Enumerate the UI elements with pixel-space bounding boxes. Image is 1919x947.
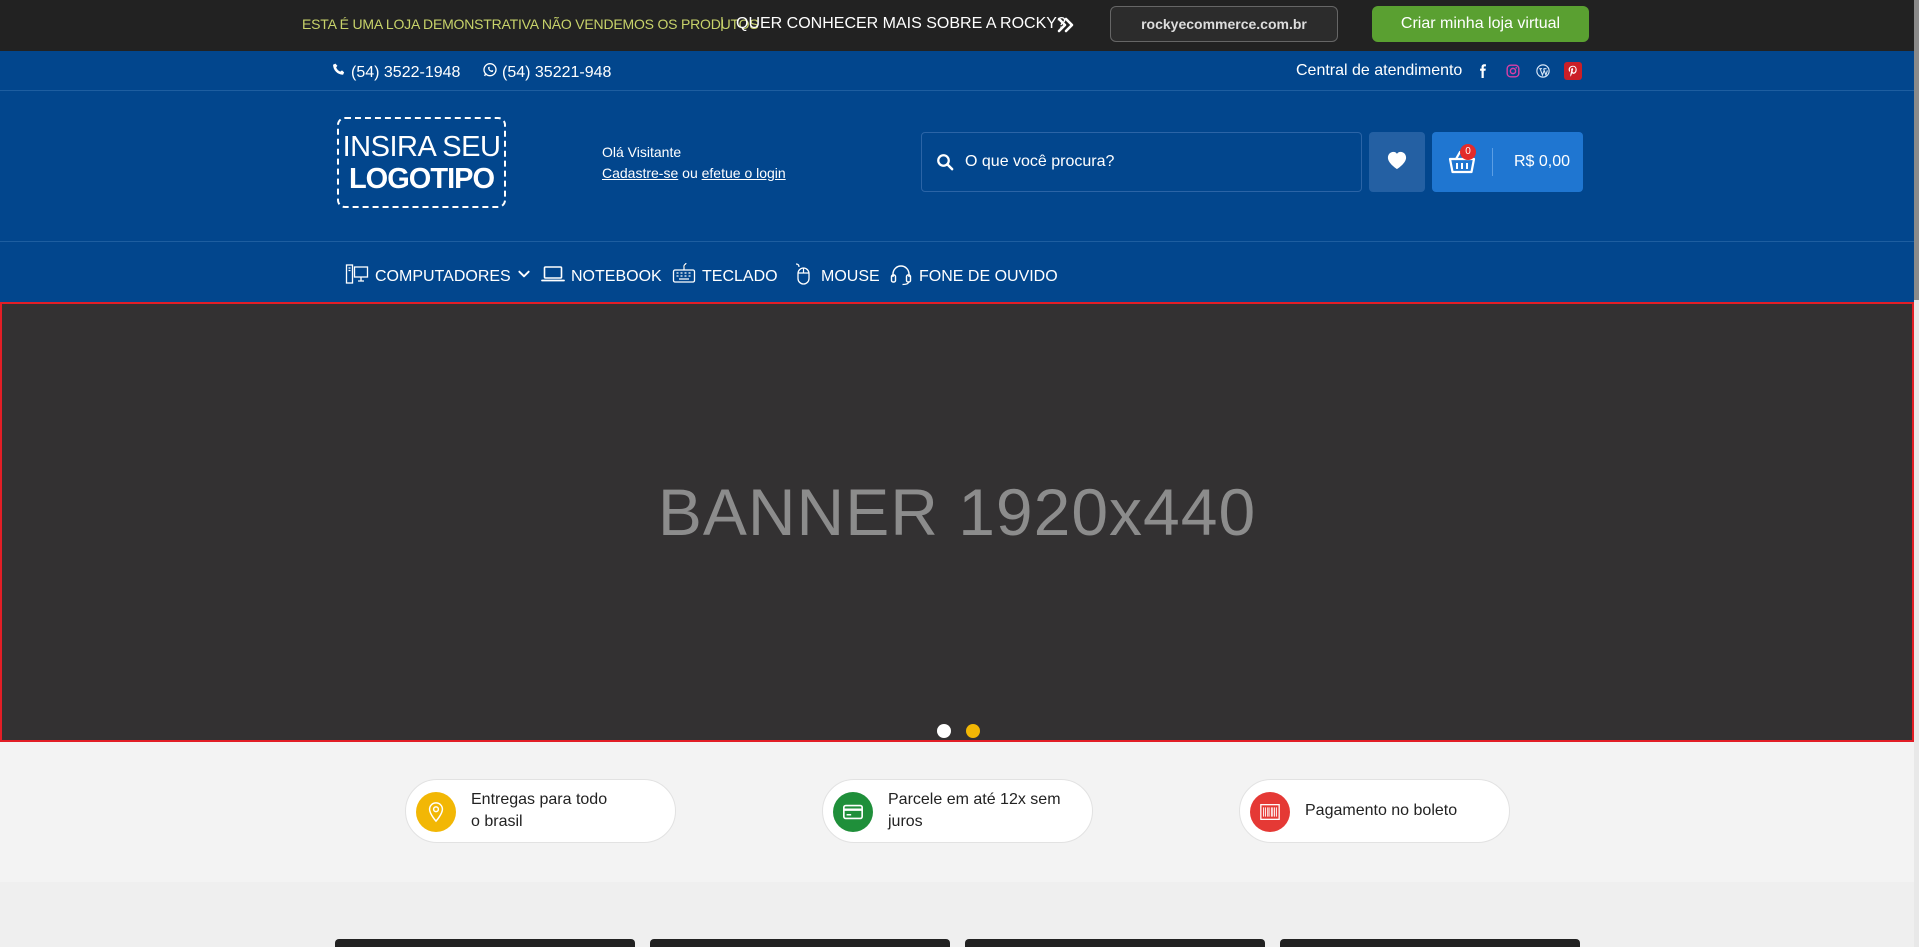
computer-icon — [345, 262, 369, 291]
carousel-dot-1[interactable] — [937, 724, 951, 738]
hero-banner[interactable]: BANNER 1920x440 — [0, 302, 1914, 742]
customer-service-link[interactable]: Central de atendimento — [1296, 62, 1462, 80]
mouse-icon — [791, 262, 815, 291]
nav-item-mouse[interactable]: MOUSE — [791, 262, 880, 291]
create-store-button[interactable]: Criar minha loja virtual — [1372, 6, 1589, 42]
promo-question: QUER CONHECER MAIS SOBRE A ROCKY? — [736, 15, 1066, 32]
location-pin-icon — [416, 792, 456, 832]
phone-number: (54) 3522-1948 — [351, 63, 461, 81]
wordpress-icon[interactable] — [1534, 62, 1552, 80]
benefit-boleto: Pagamento no boleto — [1239, 779, 1510, 843]
benefit-installments: Parcele em até 12x sem juros — [822, 779, 1093, 843]
nav-item-fone-de-ouvido[interactable]: FONE DE OUVIDO — [889, 262, 1058, 291]
banner-text: BANNER 1920x440 — [657, 475, 1257, 549]
benefit-text-line1: Entregas para todo — [471, 791, 608, 808]
search-box — [921, 132, 1362, 192]
nav-item-notebook[interactable]: NOTEBOOK — [541, 262, 662, 291]
account-links: Cadastre-se ou efetue o login — [602, 165, 786, 181]
cart-divider — [1492, 148, 1493, 176]
nav-label: TECLADO — [702, 267, 778, 285]
nav-label: COMPUTADORES — [375, 267, 511, 285]
chevron-down-icon — [517, 267, 531, 286]
domain-link[interactable]: rockyecommerce.com.br — [1110, 6, 1338, 42]
barcode-icon — [1250, 792, 1290, 832]
search-input[interactable] — [965, 133, 1355, 191]
product-section — [0, 882, 1914, 947]
whatsapp-icon — [482, 62, 498, 83]
whatsapp-number: (54) 35221-948 — [502, 63, 612, 81]
nav-item-computadores[interactable]: COMPUTADORES — [345, 262, 531, 291]
or-text: ou — [682, 165, 698, 181]
scrollbar-thumb[interactable] — [1914, 0, 1919, 300]
product-card-top[interactable] — [1280, 939, 1580, 947]
benefit-text-line2: o brasil — [471, 813, 523, 830]
credit-card-icon — [833, 792, 873, 832]
promo-separator: | — [720, 15, 724, 32]
contact-bar: (54) 3522-1948 (54) 35221-948 Central de… — [0, 51, 1919, 91]
cart-button[interactable]: 0 R$ 0,00 — [1432, 132, 1583, 192]
register-link[interactable]: Cadastre-se — [602, 165, 678, 181]
heart-icon — [1386, 150, 1408, 175]
benefit-text-line1: Pagamento no boleto — [1305, 802, 1458, 819]
category-nav: COMPUTADORES NOTEBOOK TECLADO MOUSE FONE… — [0, 241, 1919, 302]
logo-line2: LOGOTIPO — [348, 163, 495, 195]
phone-icon — [331, 62, 347, 83]
headphones-icon — [889, 262, 913, 291]
demo-store-notice: ESTA É UMA LOJA DEMONSTRATIVA NÃO VENDEM… — [302, 16, 759, 32]
product-card-top[interactable] — [335, 939, 635, 947]
cart-count-badge: 0 — [1460, 144, 1476, 160]
product-card-top[interactable] — [965, 939, 1265, 947]
page-scrollbar[interactable] — [1914, 0, 1919, 947]
logo-line1: INSIRA SEU — [342, 131, 501, 163]
keyboard-icon — [672, 262, 696, 291]
product-card-top[interactable] — [650, 939, 950, 947]
double-chevron-right-icon — [1054, 13, 1078, 37]
nav-label: NOTEBOOK — [571, 267, 662, 285]
login-link[interactable]: efetue o login — [702, 165, 786, 181]
benefits-strip: Entregas para todo o brasil Parcele em a… — [0, 742, 1914, 882]
nav-label: MOUSE — [821, 267, 880, 285]
store-logo[interactable]: INSIRA SEU LOGOTIPO — [337, 117, 506, 208]
laptop-icon — [541, 262, 565, 291]
whatsapp-contact[interactable]: (54) 35221-948 — [482, 62, 611, 83]
nav-item-teclado[interactable]: TECLADO — [672, 262, 778, 291]
cart-total: R$ 0,00 — [1514, 153, 1571, 170]
carousel-dot-2[interactable] — [966, 724, 980, 738]
instagram-icon[interactable] — [1504, 62, 1522, 80]
pinterest-icon[interactable] — [1564, 62, 1582, 80]
nav-label: FONE DE OUVIDO — [919, 267, 1058, 285]
wishlist-button[interactable] — [1369, 132, 1425, 192]
benefit-text-line2: juros — [888, 813, 923, 830]
facebook-icon[interactable] — [1474, 62, 1492, 80]
phone-contact[interactable]: (54) 3522-1948 — [331, 62, 460, 83]
benefit-text-line1: Parcele em até 12x sem — [888, 791, 1061, 808]
visitor-greeting: Olá Visitante — [602, 144, 682, 160]
benefit-shipping: Entregas para todo o brasil — [405, 779, 676, 843]
site-header: (54) 3522-1948 (54) 35221-948 Central de… — [0, 51, 1919, 302]
promo-bar: ESTA É UMA LOJA DEMONSTRATIVA NÃO VENDEM… — [0, 0, 1919, 51]
